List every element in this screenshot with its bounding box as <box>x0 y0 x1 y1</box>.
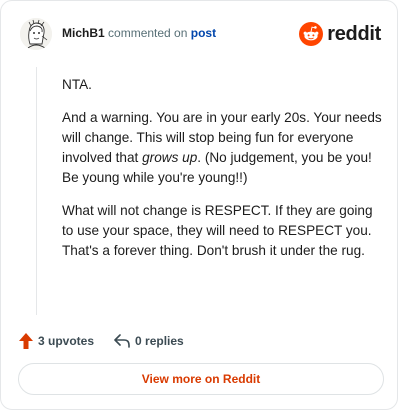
comment-body: NTA. And a warning. You are in your earl… <box>62 75 382 274</box>
upvote-arrow-icon <box>19 333 33 349</box>
reddit-snoo-icon <box>299 22 324 46</box>
emphasis-text: grows up <box>142 150 198 165</box>
action-text: commented on <box>104 26 191 40</box>
upvote-count: 3 upvotes <box>38 334 95 348</box>
comment-paragraph-2: And a warning. You are in your early 20s… <box>62 110 382 185</box>
username-link[interactable]: MichB1 <box>62 26 105 40</box>
reply-icon <box>114 334 130 348</box>
comment-actions: 3 upvotes 0 replies <box>19 331 184 351</box>
thread-line <box>36 67 37 315</box>
reddit-logo[interactable]: reddit <box>299 20 381 48</box>
comment-meta: MichB1 commented on post <box>62 26 216 40</box>
avatar-sketch-icon <box>20 18 52 50</box>
reply-count: 0 replies <box>135 334 184 348</box>
view-more-button[interactable]: View more on Reddit <box>18 363 384 395</box>
comment-header: MichB1 commented on post reddit <box>17 15 381 55</box>
reddit-wordmark: reddit <box>327 22 381 45</box>
upvote-button[interactable]: 3 upvotes <box>19 333 94 349</box>
comment-embed-card: MichB1 commented on post reddit NTA. And… <box>0 0 398 410</box>
comment-paragraph-3: What will not change is RESPECT. If they… <box>62 203 373 258</box>
reply-button[interactable]: 0 replies <box>114 334 184 348</box>
post-link[interactable]: post <box>191 26 216 40</box>
comment-paragraph-1: NTA. <box>62 77 92 92</box>
user-avatar[interactable] <box>20 18 52 50</box>
